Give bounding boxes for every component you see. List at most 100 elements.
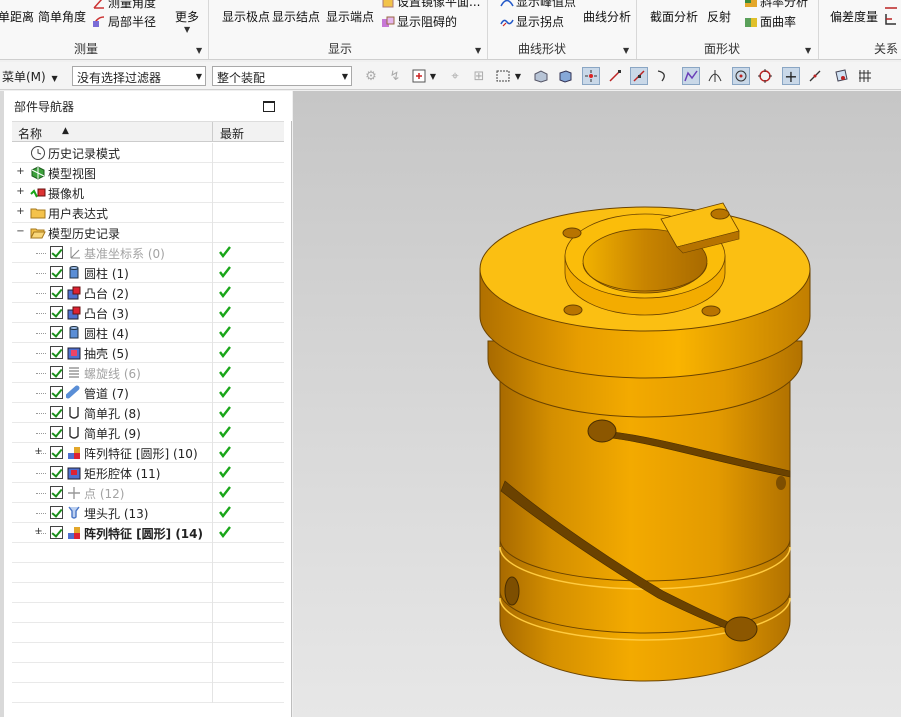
reflection-button[interactable]: 反射 (707, 8, 731, 25)
attach-icon[interactable]: ⌖ (446, 67, 464, 85)
face-shape-group-menu-icon[interactable]: ▼ (805, 46, 811, 55)
set-mirror-plane-button[interactable]: 设置镜像平面... (381, 0, 480, 10)
feature-checkbox[interactable] (50, 486, 63, 499)
column-latest-header[interactable]: 最新 (220, 125, 244, 142)
right-notch[interactable] (776, 476, 786, 490)
arc-center-icon[interactable] (732, 67, 750, 85)
collapse-icon[interactable]: − (16, 227, 25, 237)
side-hole-left[interactable] (504, 576, 520, 606)
show-poles-button[interactable]: 显示极点 (222, 8, 270, 25)
midpoint-icon[interactable] (630, 67, 648, 85)
control-point-icon[interactable] (682, 67, 700, 85)
display-group-menu-icon[interactable]: ▼ (475, 46, 481, 55)
measure-group-menu-icon[interactable]: ▼ (196, 46, 202, 55)
feature-checkbox[interactable] (50, 306, 63, 319)
measure-distance-button[interactable]: 单距离 (0, 8, 34, 25)
box-select-icon[interactable] (494, 67, 512, 85)
tree-node[interactable]: 矩形腔体 (11) (12, 463, 284, 483)
maximize-icon[interactable] (263, 101, 275, 112)
more-button[interactable]: 更多 (175, 8, 199, 25)
show-knots-button[interactable]: 显示结点 (272, 8, 320, 25)
tree-node[interactable]: 圆柱 (1) (12, 263, 284, 283)
graphics-viewport[interactable] (293, 91, 901, 717)
curve-shape-group-menu-icon[interactable]: ▼ (623, 46, 629, 55)
expand-icon[interactable]: + (16, 187, 25, 197)
tree-node[interactable]: + 摄像机 (12, 183, 284, 203)
deviation-gauge-button[interactable]: 偏差度量 (830, 8, 878, 25)
tree-node[interactable]: 基准坐标系 (0) (12, 243, 284, 263)
feature-checkbox[interactable] (50, 526, 63, 539)
slot-end-hole-upper[interactable] (587, 419, 617, 443)
show-obstructed-button[interactable]: 显示阻碍的 (381, 13, 457, 30)
box-select-dropdown-icon[interactable]: ▼ (513, 67, 523, 85)
tree-node[interactable]: + 用户表达式 (12, 203, 284, 223)
snap-arrow-icon[interactable]: ↯ (386, 67, 404, 85)
sort-ascending-icon[interactable]: ▲ (62, 126, 69, 136)
tree-node[interactable]: + 模型视图 (12, 163, 284, 183)
relation-icon-top[interactable] (883, 0, 899, 12)
relation-icon-bottom[interactable] (883, 12, 899, 28)
section-analysis-button[interactable]: 截面分析 (650, 8, 698, 25)
show-inflections-button[interactable]: 显示拐点 (500, 13, 564, 30)
feature-checkbox[interactable] (50, 506, 63, 519)
tree-node[interactable]: 简单孔 (9) (12, 423, 284, 443)
tree-node[interactable]: 历史记录模式 (12, 143, 284, 163)
feature-checkbox[interactable] (50, 266, 63, 279)
existing-point-icon[interactable]: + (782, 67, 800, 86)
feature-checkbox[interactable] (50, 386, 63, 399)
simple-angle-button[interactable]: 简单角度 (38, 8, 86, 25)
assembly-scope-dropdown[interactable]: 整个装配 ▼ (212, 66, 352, 86)
quick-pick-icon[interactable]: ⊞ (470, 67, 488, 85)
feature-checkbox[interactable] (50, 366, 63, 379)
tree-node[interactable]: 管道 (7) (12, 383, 284, 403)
feature-checkbox[interactable] (50, 446, 63, 459)
tree-node[interactable]: 凸台 (2) (12, 283, 284, 303)
tree-node[interactable]: 简单孔 (8) (12, 403, 284, 423)
menu-button[interactable]: 菜单(M) ▼ (2, 68, 58, 85)
show-endpoints-button[interactable]: 显示端点 (326, 8, 374, 25)
slot-end-hole-lower[interactable] (724, 616, 758, 642)
point-on-face-icon[interactable] (832, 67, 850, 85)
solid-body-icon[interactable] (532, 67, 550, 85)
tree-node[interactable]: − 模型历史记录 (12, 223, 284, 243)
tree-node[interactable]: 螺旋线 (6) (12, 363, 284, 383)
feature-checkbox[interactable] (50, 286, 63, 299)
feature-checkbox[interactable] (50, 246, 63, 259)
cube-icon[interactable] (556, 67, 574, 85)
select-dropdown-icon[interactable]: ▼ (428, 67, 438, 85)
feature-select-icon[interactable]: ⚙ (362, 67, 380, 85)
tree-node[interactable]: + 阵列特征 [圆形] (14) (12, 523, 284, 543)
more-dropdown-icon[interactable]: ▼ (184, 25, 190, 55)
expand-icon[interactable]: + (16, 167, 25, 177)
select-filter-icon[interactable] (410, 67, 428, 85)
feature-checkbox[interactable] (50, 346, 63, 359)
column-divider[interactable] (212, 122, 213, 142)
countersink-hole-3[interactable] (563, 304, 583, 316)
countersink-hole-1[interactable] (562, 227, 582, 239)
countersink-hole-2[interactable] (710, 208, 730, 220)
quadrant-icon[interactable] (756, 67, 774, 85)
face-curvature-button[interactable]: 面曲率 (744, 13, 796, 30)
column-name-header[interactable]: 名称 (18, 125, 42, 142)
tree-node[interactable]: 点 (12) (12, 483, 284, 503)
expand-icon[interactable]: + (34, 527, 43, 537)
grid-icon[interactable] (856, 67, 874, 85)
feature-checkbox[interactable] (50, 326, 63, 339)
feature-checkbox[interactable] (50, 426, 63, 439)
expand-icon[interactable]: + (34, 447, 43, 457)
curve-analysis-button[interactable]: 曲线分析 (583, 8, 631, 25)
feature-checkbox[interactable] (50, 406, 63, 419)
tree-node[interactable]: 凸台 (3) (12, 303, 284, 323)
curve-point-icon[interactable] (654, 67, 672, 85)
local-radius-button[interactable]: 局部半径 (92, 13, 156, 30)
point-on-curve-icon[interactable] (806, 67, 824, 85)
selection-filter-dropdown[interactable]: 没有选择过滤器 ▼ (72, 66, 206, 86)
tree-node[interactable]: 埋头孔 (13) (12, 503, 284, 523)
tree-node[interactable]: 抽壳 (5) (12, 343, 284, 363)
show-peak-points-button[interactable]: 显示峰值点 (500, 0, 576, 10)
tree-node[interactable]: + 阵列特征 [圆形] (10) (12, 443, 284, 463)
countersink-hole-4[interactable] (701, 305, 721, 317)
line-end-icon[interactable] (606, 67, 624, 85)
expand-icon[interactable]: + (16, 207, 25, 217)
slope-analysis-button[interactable]: 斜率分析 (744, 0, 808, 10)
